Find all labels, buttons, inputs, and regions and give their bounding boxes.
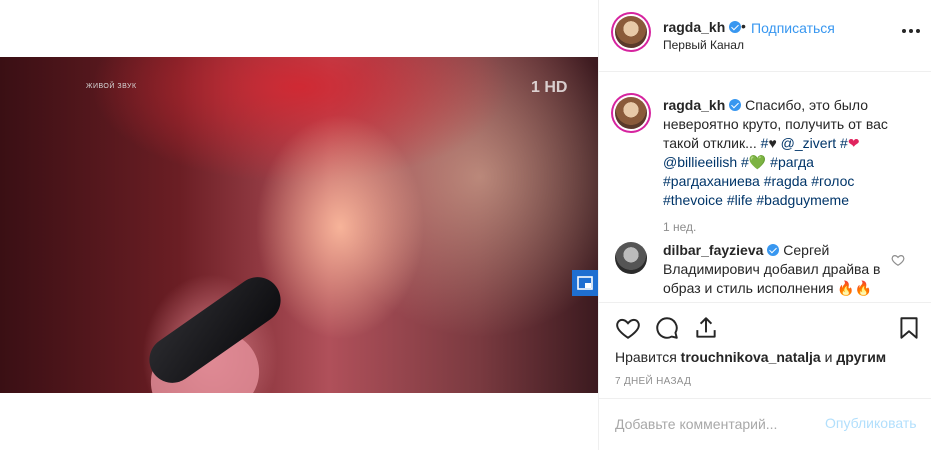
mention-billieeilish[interactable]: @billieeilish [663, 154, 737, 170]
caption-hashtag[interactable]: # [836, 135, 848, 151]
share-icon[interactable] [693, 315, 719, 341]
author-username[interactable]: ragda_kh [663, 19, 742, 35]
likes-prefix: Нравится [615, 349, 681, 365]
follow-button[interactable]: Подписаться [751, 20, 835, 36]
comment-item: dilbar_fayzieva Сергей Владимирович доба… [663, 241, 889, 298]
publish-button[interactable]: Опубликовать [825, 415, 917, 431]
like-heart-icon[interactable] [615, 315, 641, 341]
verified-badge-icon [729, 21, 742, 33]
live-sound-label: ЖИВОЙ ЗВУК [86, 83, 137, 90]
comment-input[interactable] [615, 413, 815, 435]
likes-suffix: и [820, 349, 837, 365]
author-avatar[interactable] [615, 16, 647, 48]
post-location[interactable]: Первый Канал [663, 38, 744, 52]
likes-others-link[interactable]: другим [836, 349, 886, 365]
add-comment-bar: Опубликовать [599, 398, 931, 450]
verified-badge-icon [729, 99, 742, 111]
caption-hashtag[interactable]: # [737, 154, 749, 170]
heart-emoji: ♥ [768, 135, 777, 151]
post-sidebar: ragda_kh • Подписаться Первый Канал ragd… [598, 0, 931, 450]
caption-author-avatar[interactable] [615, 97, 647, 129]
picture-in-picture-button[interactable] [572, 270, 598, 296]
post-caption: ragda_kh Спасибо, это было невероятно кр… [663, 96, 913, 210]
comment-bubble-icon[interactable] [654, 315, 680, 341]
verified-badge-icon [767, 244, 780, 256]
post-date[interactable]: 7 ДНЕЙ НАЗАД [615, 376, 691, 387]
video-player[interactable]: ЖИВОЙ ЗВУК 1 HD [0, 57, 598, 393]
post-actions: Нравится trouchnikova_natalja и другим 7… [599, 302, 931, 398]
picture-in-picture-icon [577, 276, 593, 290]
comment-username[interactable]: dilbar_fayzieva [663, 242, 763, 258]
liker-username[interactable]: trouchnikova_natalja [681, 349, 821, 365]
more-options-icon[interactable] [901, 28, 921, 34]
likes-summary: Нравится trouchnikova_natalja и другим [615, 349, 886, 365]
comments-section: ragda_kh Спасибо, это было невероятно кр… [599, 73, 931, 301]
red-heart-emoji: ❤ [847, 135, 860, 151]
media-pane: ЖИВОЙ ЗВУК 1 HD [0, 0, 598, 450]
comment-like-icon[interactable] [891, 253, 905, 267]
post-header: ragda_kh • Подписаться Первый Канал [599, 0, 931, 72]
bookmark-icon[interactable] [896, 315, 922, 341]
caption-timestamp: 1 нед. [663, 220, 697, 234]
green-heart-emoji: 💚 [748, 154, 767, 170]
commenter-avatar[interactable] [615, 242, 647, 274]
caption-username[interactable]: ragda_kh [663, 97, 725, 113]
mention-zivert[interactable]: @_zivert [777, 135, 836, 151]
header-separator: • [741, 18, 746, 34]
channel-one-hd-logo: 1 HD [531, 79, 568, 96]
